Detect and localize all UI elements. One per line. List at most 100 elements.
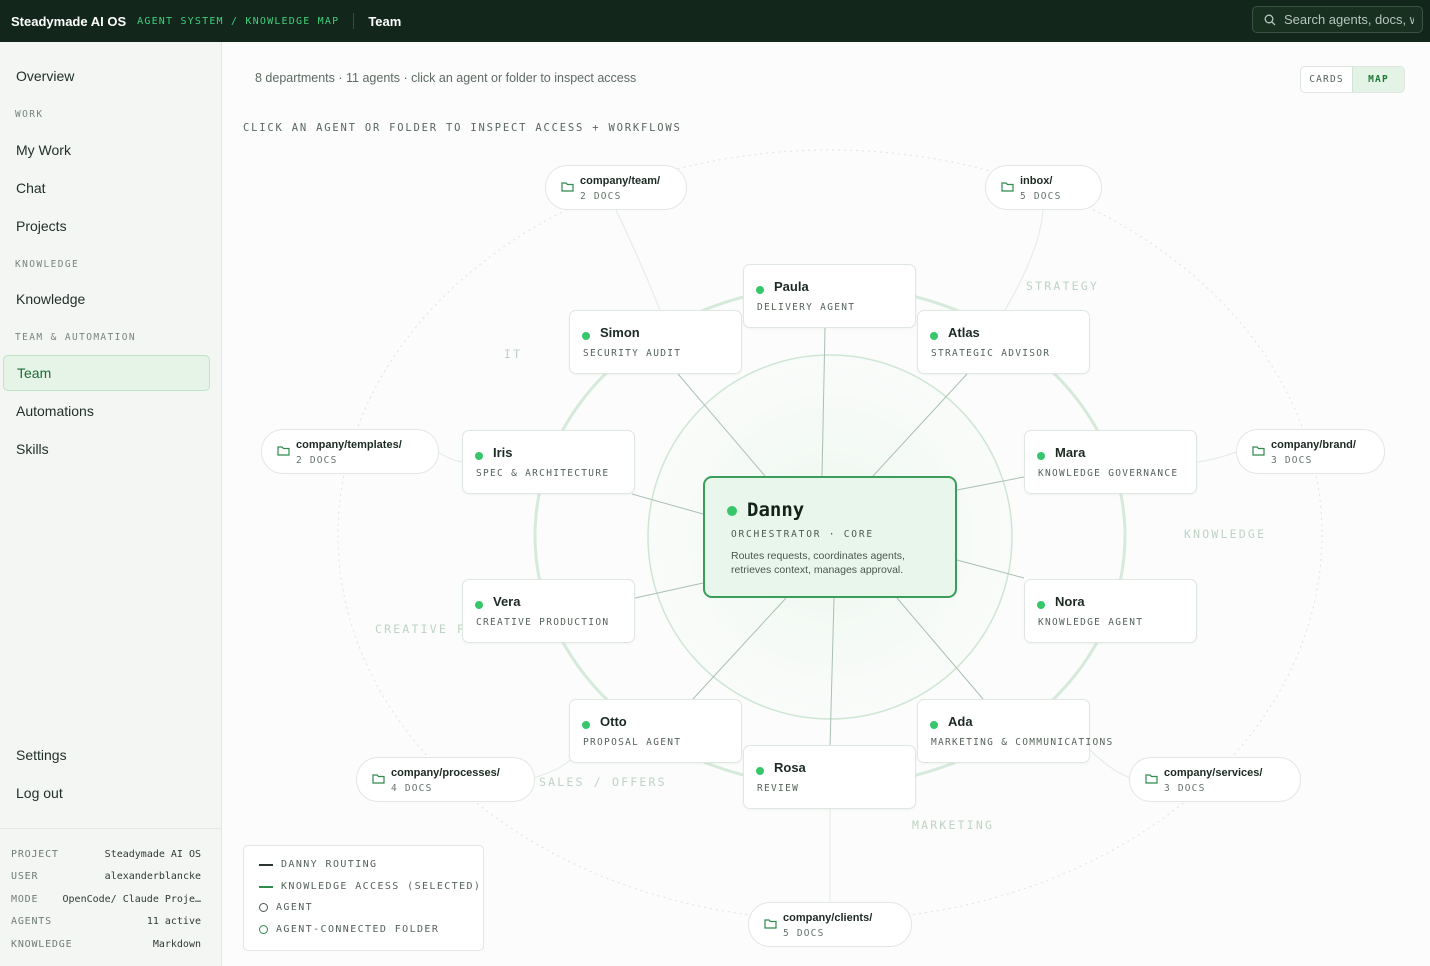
status-dot xyxy=(582,721,590,729)
sidebar-item-automations[interactable]: Automations xyxy=(3,393,210,429)
status-dot xyxy=(475,452,483,460)
folder-doc-count: 4 DOCS xyxy=(391,783,433,794)
sidebar-item-chat[interactable]: Chat xyxy=(3,170,210,206)
agent-card-mara[interactable]: Mara KNOWLEDGE GOVERNANCE xyxy=(1024,430,1197,494)
map-legend: DANNY ROUTING KNOWLEDGE ACCESS (SELECTED… xyxy=(243,845,484,951)
top-bar: Steadymade AI OS AGENT SYSTEM / KNOWLEDG… xyxy=(0,0,1430,42)
agent-card-iris[interactable]: Iris SPEC & ARCHITECTURE xyxy=(462,430,635,494)
folder-doc-count: 5 DOCS xyxy=(783,928,825,939)
folder-company-team[interactable]: company/team/ 2 DOCS xyxy=(545,165,687,210)
map-hint: CLICK AN AGENT OR FOLDER TO INSPECT ACCE… xyxy=(243,122,682,134)
folder-inbox[interactable]: inbox/ 5 DOCS xyxy=(985,165,1102,210)
info-key: KNOWLEDGE xyxy=(11,938,73,950)
folder-company-templates[interactable]: company/templates/ 2 DOCS xyxy=(261,429,439,474)
folder-icon xyxy=(1145,774,1158,784)
folder-company-brand[interactable]: company/brand/ 3 DOCS xyxy=(1236,429,1385,474)
sidebar-item-logout[interactable]: Log out xyxy=(3,775,210,811)
sidebar-item-knowledge[interactable]: Knowledge xyxy=(3,281,210,317)
folder-company-services[interactable]: company/services/ 3 DOCS xyxy=(1129,757,1301,802)
folder-doc-count: 2 DOCS xyxy=(580,191,622,202)
agent-card-nora[interactable]: Nora KNOWLEDGE AGENT xyxy=(1024,579,1197,643)
folder-name: company/templates/ xyxy=(296,439,402,451)
agent-circle-icon xyxy=(259,903,268,912)
info-row-mode: MODE OpenCode/ Claude Proje… xyxy=(0,888,221,911)
agent-name: Rosa xyxy=(774,760,806,775)
folder-doc-count: 2 DOCS xyxy=(296,455,338,466)
agent-card-paula[interactable]: Paula DELIVERY AGENT xyxy=(743,264,916,328)
folder-doc-count: 3 DOCS xyxy=(1164,783,1206,794)
legend-routing: DANNY ROUTING xyxy=(259,859,377,870)
folder-company-clients[interactable]: company/clients/ 5 DOCS xyxy=(748,902,912,947)
orchestrator-card-danny[interactable]: Danny ORCHESTRATOR · CORE Routes request… xyxy=(703,476,957,598)
agent-role: DELIVERY AGENT xyxy=(757,302,856,313)
legend-label: AGENT-CONNECTED FOLDER xyxy=(276,924,440,935)
agent-name: Atlas xyxy=(948,325,980,340)
dept-label-creative: CREATIVE P xyxy=(375,622,467,636)
legend-label: DANNY ROUTING xyxy=(281,859,378,870)
view-toggle-map[interactable]: MAP xyxy=(1352,67,1404,92)
status-dot xyxy=(582,332,590,340)
legend-label: KNOWLEDGE ACCESS (SELECTED) xyxy=(281,881,482,892)
folder-icon xyxy=(372,774,385,784)
sidebar-item-settings[interactable]: Settings xyxy=(3,737,210,773)
info-value: Markdown xyxy=(152,938,201,950)
legend-agent: AGENT xyxy=(259,902,313,913)
info-row-user: USER alexanderblancke xyxy=(0,866,221,889)
agent-role: REVIEW xyxy=(757,783,800,794)
sidebar-item-overview[interactable]: Overview xyxy=(3,58,210,94)
sidebar: Overview WORK My Work Chat Projects KNOW… xyxy=(0,42,222,966)
dept-label-marketing: MARKETING xyxy=(912,818,995,832)
map-summary: 8 departments · 11 agents · click an age… xyxy=(255,71,637,85)
agent-card-simon[interactable]: Simon SECURITY AUDIT xyxy=(569,310,742,374)
view-toggle-cards[interactable]: CARDS xyxy=(1301,67,1352,92)
dept-label-sales: SALES / OFFERS xyxy=(539,775,667,789)
agent-role: SPEC & ARCHITECTURE xyxy=(476,468,610,479)
routing-swatch xyxy=(259,863,273,866)
folder-icon xyxy=(764,919,777,929)
sidebar-item-skills[interactable]: Skills xyxy=(3,431,210,467)
agent-role: SECURITY AUDIT xyxy=(583,348,682,359)
search-input[interactable] xyxy=(1284,12,1414,27)
agent-card-rosa[interactable]: Rosa REVIEW xyxy=(743,745,916,809)
legend-label: AGENT xyxy=(276,902,314,913)
status-dot xyxy=(756,286,764,294)
folder-company-processes[interactable]: company/processes/ 4 DOCS xyxy=(356,757,535,802)
sidebar-item-projects[interactable]: Projects xyxy=(3,208,210,244)
orchestrator-name: Danny xyxy=(747,499,805,521)
search-box[interactable] xyxy=(1252,6,1423,33)
folder-name: company/services/ xyxy=(1164,767,1263,779)
folder-circle-icon xyxy=(259,925,268,934)
info-value: 11 active xyxy=(146,916,201,928)
status-dot xyxy=(930,721,938,729)
info-value: Steadymade AI OS xyxy=(104,848,201,860)
info-value: OpenCode/ Claude Proje… xyxy=(62,893,201,905)
agent-card-otto[interactable]: Otto PROPOSAL AGENT xyxy=(569,699,742,763)
agent-card-vera[interactable]: Vera CREATIVE PRODUCTION xyxy=(462,579,635,643)
folder-doc-count: 5 DOCS xyxy=(1020,191,1062,202)
agent-name: Iris xyxy=(493,445,513,460)
info-key: AGENTS xyxy=(11,916,52,928)
legend-folder: AGENT-CONNECTED FOLDER xyxy=(259,924,439,935)
folder-name: company/team/ xyxy=(580,175,661,187)
folder-icon xyxy=(277,446,290,456)
orchestrator-description: Routes requests, coordinates agents, ret… xyxy=(731,550,905,576)
agent-name: Mara xyxy=(1055,445,1086,460)
info-row-project: PROJECT Steadymade AI OS xyxy=(0,843,221,866)
status-dot xyxy=(1037,452,1045,460)
section-label-work: WORK xyxy=(15,109,44,120)
sidebar-item-team[interactable]: Team xyxy=(3,355,210,391)
app-brand[interactable]: Steadymade AI OS xyxy=(11,14,126,29)
status-dot xyxy=(727,506,737,516)
agent-name: Vera xyxy=(493,594,521,609)
view-toggle: CARDS MAP xyxy=(1300,66,1405,93)
status-dot xyxy=(1037,601,1045,609)
agent-card-ada[interactable]: Ada MARKETING & COMMUNICATIONS xyxy=(917,699,1112,763)
status-dot xyxy=(930,332,938,340)
sidebar-item-my-work[interactable]: My Work xyxy=(3,132,210,168)
agent-card-atlas[interactable]: Atlas STRATEGIC ADVISOR xyxy=(917,310,1090,374)
search-icon xyxy=(1264,14,1276,25)
folder-icon xyxy=(561,182,574,192)
info-key: PROJECT xyxy=(11,848,59,860)
breadcrumb[interactable]: AGENT SYSTEM / KNOWLEDGE MAP xyxy=(137,16,339,27)
agent-name: Otto xyxy=(600,714,627,729)
